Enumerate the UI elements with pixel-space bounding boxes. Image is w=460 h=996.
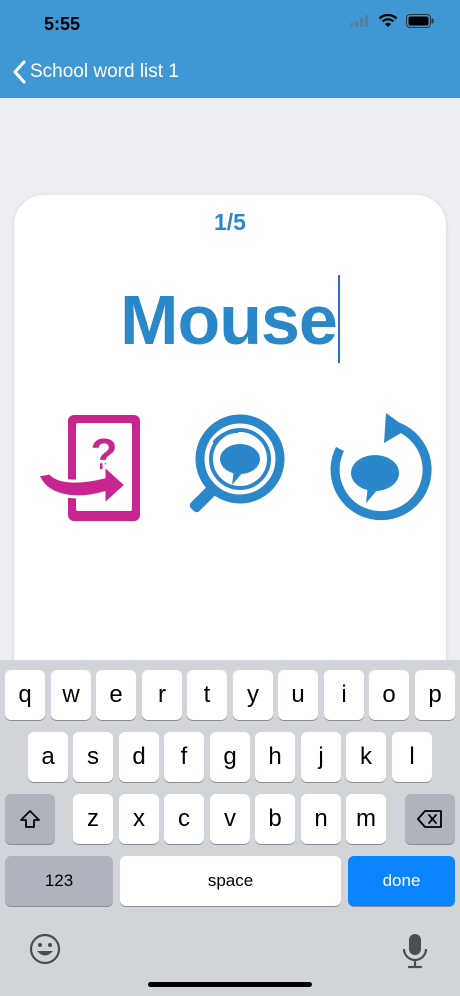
replay-button[interactable] [320, 413, 432, 530]
key-w[interactable]: w [51, 670, 91, 720]
key-k[interactable]: k [346, 732, 386, 782]
wifi-icon [378, 14, 398, 27]
back-label: School word list 1 [30, 61, 179, 82]
action-row: ? [14, 413, 446, 533]
chevron-left-icon [13, 60, 26, 84]
lookup-button[interactable] [178, 413, 290, 530]
key-y[interactable]: y [233, 670, 273, 720]
key-s[interactable]: s [73, 732, 113, 782]
key-v[interactable]: v [210, 794, 250, 844]
space-key[interactable]: space [120, 856, 341, 906]
app-header: 5:55 School word list 1 [0, 0, 460, 98]
key-u[interactable]: u [278, 670, 318, 720]
key-a[interactable]: a [28, 732, 68, 782]
shift-key[interactable] [5, 794, 55, 844]
key-c[interactable]: c [164, 794, 204, 844]
backspace-icon [417, 810, 442, 828]
battery-icon [406, 14, 434, 28]
key-z[interactable]: z [73, 794, 113, 844]
current-word[interactable]: Mouse [120, 275, 338, 365]
key-q[interactable]: q [5, 670, 45, 720]
microphone-icon [402, 934, 428, 969]
signal-icon [350, 15, 368, 27]
key-e[interactable]: e [96, 670, 136, 720]
key-p[interactable]: p [415, 670, 455, 720]
status-icons [350, 14, 434, 28]
quiz-button[interactable]: ? [32, 413, 144, 530]
key-i[interactable]: i [324, 670, 364, 720]
search-speech-icon [189, 414, 285, 513]
key-h[interactable]: h [255, 732, 295, 782]
key-t[interactable]: t [187, 670, 227, 720]
key-r[interactable]: r [142, 670, 182, 720]
home-indicator[interactable] [148, 982, 312, 987]
word-counter: 1/5 [214, 209, 246, 235]
word-card: 1/5 Mouse ? [14, 195, 446, 715]
key-x[interactable]: x [119, 794, 159, 844]
text-caret [337, 275, 340, 363]
status-time: 5:55 [44, 14, 81, 34]
key-n[interactable]: n [301, 794, 341, 844]
key-j[interactable]: j [301, 732, 341, 782]
quiz-exit-icon: ? [35, 415, 140, 521]
key-l[interactable]: l [392, 732, 432, 782]
dictation-button[interactable] [398, 932, 432, 970]
key-g[interactable]: g [210, 732, 250, 782]
key-o[interactable]: o [369, 670, 409, 720]
emoji-icon [29, 933, 61, 965]
done-key[interactable]: done [348, 856, 455, 906]
backspace-key[interactable] [405, 794, 455, 844]
on-screen-keyboard: q w e r t y u i o p a s d f g h j k l z … [0, 660, 460, 996]
numbers-key[interactable]: 123 [5, 856, 113, 906]
key-d[interactable]: d [119, 732, 159, 782]
word-input-area[interactable]: Mouse [14, 275, 446, 365]
key-f[interactable]: f [164, 732, 204, 782]
emoji-button[interactable] [28, 932, 64, 968]
replay-speech-icon [330, 413, 432, 521]
shift-icon [20, 810, 40, 828]
back-button[interactable]: School word list 1 [12, 60, 179, 84]
key-m[interactable]: m [346, 794, 386, 844]
key-b[interactable]: b [255, 794, 295, 844]
